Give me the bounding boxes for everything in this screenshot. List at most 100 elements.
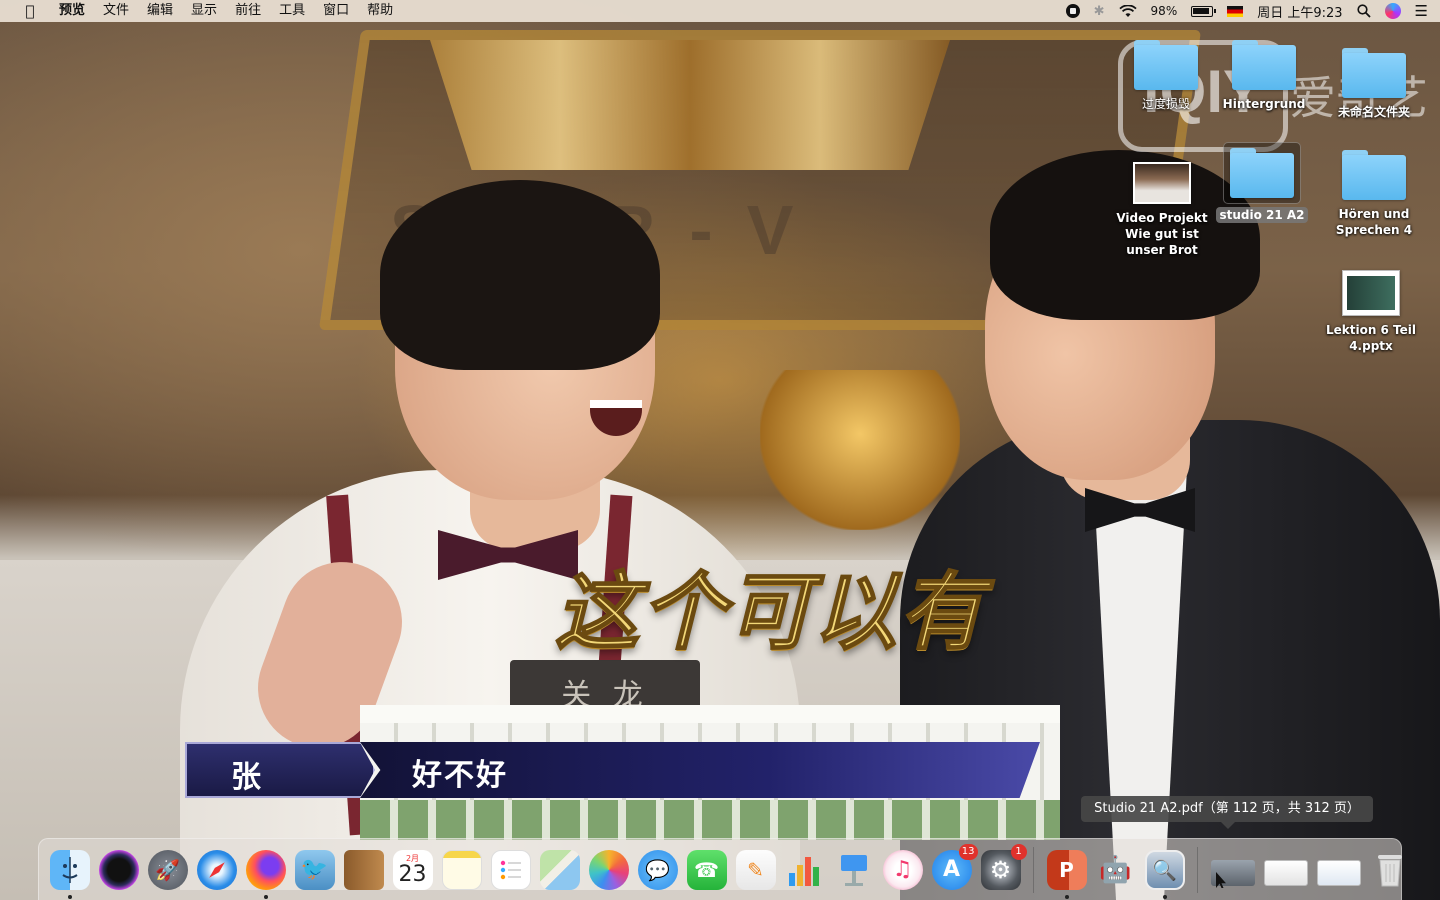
dock-mail[interactable]: 🐦 xyxy=(293,848,337,892)
running-indicator xyxy=(67,894,72,899)
dock-app-store[interactable]: A 13 xyxy=(930,843,978,892)
dock-firefox[interactable] xyxy=(244,848,288,899)
dock-music[interactable]: ♫ xyxy=(881,848,925,892)
system-preferences-badge: 1 xyxy=(1010,843,1027,860)
menu-clock[interactable]: 周日 上午9:23 xyxy=(1257,0,1342,22)
running-indicator xyxy=(1064,894,1069,899)
menu-edit[interactable]: 编辑 xyxy=(138,0,182,22)
siri-icon[interactable] xyxy=(1384,0,1401,22)
running-indicator xyxy=(1162,894,1167,899)
automator-icon: 🤖 xyxy=(1099,854,1132,885)
minimized-window-thumbnail xyxy=(1316,859,1361,886)
calendar-day: 23 xyxy=(398,861,427,887)
music-icon: ♫ xyxy=(882,849,923,890)
trophy-glow xyxy=(760,370,960,530)
dock-safari[interactable] xyxy=(195,848,239,892)
menu-bar:  预览 文件 编辑 显示 前往 工具 窗口 帮助 ✱ 98% 周日 上午9:2… xyxy=(0,0,1440,22)
app-store-badge: 13 xyxy=(958,843,978,860)
screen-record-icon[interactable] xyxy=(1065,0,1080,22)
dock-calendar[interactable]: 2月 23 xyxy=(391,848,435,892)
dock-minimized-window-1[interactable] xyxy=(1209,848,1257,892)
video-subtitle: 这个可以有 xyxy=(554,562,986,662)
firefox-icon xyxy=(245,849,286,890)
bluetooth-icon[interactable]: ✱ xyxy=(1094,0,1105,22)
finder-icon xyxy=(49,849,90,890)
launchpad-icon: 🚀 xyxy=(147,849,188,890)
dock-preview[interactable]: 🔍 xyxy=(1143,848,1187,899)
dock-contacts[interactable] xyxy=(342,848,386,892)
folder-icon xyxy=(1232,40,1296,90)
dock-reminders[interactable] xyxy=(489,848,533,892)
safari-icon xyxy=(196,849,237,890)
menu-view[interactable]: 显示 xyxy=(182,0,226,22)
dock-photos[interactable] xyxy=(587,848,631,892)
reminders-icon xyxy=(490,849,531,890)
menu-window[interactable]: 窗口 xyxy=(314,0,358,22)
dock-minimized-window-3[interactable] xyxy=(1315,848,1363,892)
notification-center-icon[interactable]: ☰ xyxy=(1415,0,1428,22)
desktop-item-label: studio 21 A2 xyxy=(1216,207,1308,223)
folder-icon xyxy=(1230,148,1294,198)
dock-finder[interactable] xyxy=(48,848,92,899)
dock-minimized-window-2[interactable] xyxy=(1262,848,1310,892)
dock-siri[interactable] xyxy=(97,848,141,892)
spotlight-search-icon[interactable] xyxy=(1356,0,1371,22)
input-source-flag-icon[interactable] xyxy=(1227,0,1244,22)
numbers-icon xyxy=(785,850,825,890)
mail-icon: 🐦 xyxy=(294,849,335,890)
photos-icon xyxy=(588,849,629,890)
siri-icon xyxy=(98,849,139,890)
wifi-icon[interactable] xyxy=(1118,0,1137,22)
battery-percent[interactable]: 98% xyxy=(1151,0,1178,22)
menu-help[interactable]: 帮助 xyxy=(358,0,402,22)
desktop-folder-item[interactable]: 未命名文件夹 xyxy=(1314,48,1434,120)
desktop-wallpaper: S ER-V 关 龙 这个可以有 好不好 张 超 iQIY 爱奇艺 xyxy=(0,0,1440,900)
lower-third-text-bar: 好不好 xyxy=(360,742,1040,798)
desktop-pptx-item[interactable]: Lektion 6 Teil 4.pptx xyxy=(1311,270,1431,354)
dock-separator xyxy=(1197,846,1198,893)
desktop-item-label: 未命名文件夹 xyxy=(1337,105,1410,119)
desktop-item-label: Lektion 6 Teil 4.pptx xyxy=(1325,323,1417,353)
folder-icon xyxy=(1342,150,1406,200)
dock-automator[interactable]: 🤖 xyxy=(1094,848,1138,892)
dock-trash[interactable] xyxy=(1368,848,1412,892)
desktop-folder-item[interactable]: Hören und Sprechen 4 xyxy=(1314,150,1434,238)
dock-maps[interactable] xyxy=(538,848,582,892)
folder-icon xyxy=(1342,48,1406,98)
lower-third-banner: 好不好 张 超 xyxy=(185,742,1045,798)
pages-icon: ✎ xyxy=(735,849,776,890)
minimized-window-thumbnail xyxy=(1263,859,1308,886)
lower-third-name-tag: 张 超 xyxy=(185,742,375,798)
desktop-folder-item[interactable]: Hintergrund xyxy=(1204,40,1324,112)
dock-numbers[interactable] xyxy=(783,848,827,892)
powerpoint-icon: P xyxy=(1046,849,1087,890)
notes-icon xyxy=(441,849,482,890)
dock-tooltip: Studio 21 A2.pdf（第 112 页，共 312 页） xyxy=(1081,796,1373,829)
menu-go[interactable]: 前往 xyxy=(226,0,270,22)
running-indicator xyxy=(263,894,268,899)
dock-system-preferences[interactable]: ⚙ 1 xyxy=(979,843,1027,892)
folder-icon xyxy=(1134,40,1198,90)
menu-app-name[interactable]: 预览 xyxy=(50,0,94,22)
video-thumbnail xyxy=(1133,162,1191,204)
dock-facetime[interactable]: ☎ xyxy=(685,848,729,892)
desktop-item-label: Hören und Sprechen 4 xyxy=(1335,207,1413,237)
pptx-thumbnail-icon xyxy=(1342,270,1400,316)
desktop-folder-item-selected[interactable]: studio 21 A2 xyxy=(1202,142,1322,223)
menu-file[interactable]: 文件 xyxy=(94,0,138,22)
dock-powerpoint[interactable]: P xyxy=(1045,848,1089,899)
dock-keynote[interactable] xyxy=(832,848,876,892)
menu-tools[interactable]: 工具 xyxy=(270,0,314,22)
dock-notes[interactable] xyxy=(440,848,484,892)
person-left-hair xyxy=(380,180,660,370)
battery-icon[interactable] xyxy=(1191,0,1217,22)
messages-icon: 💬 xyxy=(637,849,678,890)
desktop-item-label: Hintergrund xyxy=(1222,97,1306,111)
dock-pages[interactable]: ✎ xyxy=(734,848,778,892)
facetime-icon: ☎ xyxy=(686,849,727,890)
dock: 🚀 🐦 2月 23 💬 ☎ ✎ ♫ A 13 ⚙ 1 P 🤖 🔍 xyxy=(38,838,1402,900)
trash-icon xyxy=(1370,850,1410,890)
apple-logo-icon[interactable]:  xyxy=(18,2,42,20)
dock-messages[interactable]: 💬 xyxy=(636,848,680,892)
dock-launchpad[interactable]: 🚀 xyxy=(146,848,190,892)
